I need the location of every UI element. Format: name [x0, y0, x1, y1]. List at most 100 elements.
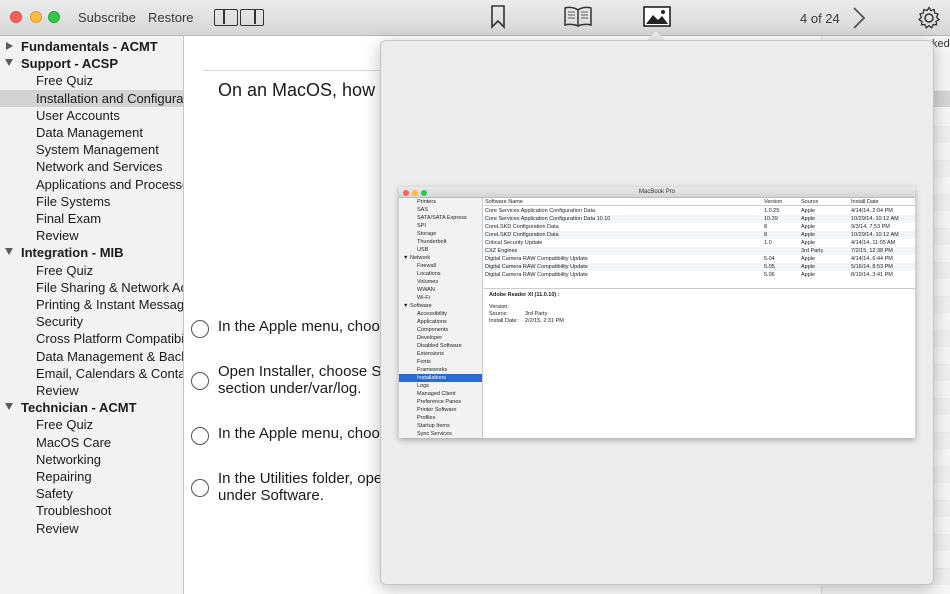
- sidebar-item[interactable]: User Accounts: [0, 107, 183, 124]
- sidebar-item[interactable]: Network and Services: [0, 158, 183, 175]
- bookmark-icon[interactable]: [490, 5, 506, 29]
- minimize-window-button[interactable]: [30, 11, 42, 23]
- question-image: MacBook Pro Printers SAS SATA/SATA Express…: [399, 187, 915, 438]
- table-cell: 3rd Party: [801, 248, 824, 254]
- sidebar-item[interactable]: Free Quiz: [0, 416, 183, 433]
- system-info-sidebar-item: Applications: [417, 319, 447, 325]
- table-cell: Apple: [801, 208, 816, 214]
- subscribe-button[interactable]: Subscribe: [78, 10, 136, 25]
- system-info-sidebar-item: Firewall: [417, 263, 436, 269]
- table-cell: 7/2/15, 12:38 PM: [851, 248, 893, 254]
- gear-icon[interactable]: [917, 6, 941, 30]
- sidebar-item[interactable]: MacOS Care: [0, 434, 183, 451]
- system-info-sidebar-item: Managed Client: [417, 391, 456, 397]
- image-icon[interactable]: [643, 6, 671, 28]
- sidebar-item[interactable]: Final Exam: [0, 210, 183, 227]
- system-info-sidebar-item: SATA/SATA Express: [417, 215, 467, 221]
- sidebar-item[interactable]: Security: [0, 313, 183, 330]
- radio-button[interactable]: [191, 320, 209, 338]
- installation-detail: Adobe Reader XI (11.0.10) : Version: Sou…: [484, 288, 915, 438]
- table-cell: 8: [764, 224, 768, 230]
- detail-date-label: Install Date:: [489, 318, 519, 324]
- sidebar-item[interactable]: Free Quiz: [0, 262, 183, 279]
- table-cell: 8: [764, 232, 768, 238]
- sidebar-item[interactable]: Cross Platform Compatibility: [0, 330, 183, 347]
- disclosure-open-icon[interactable]: [5, 248, 13, 256]
- table-row: Critical Security Update 1.0 Apple 4/14/14,…: [484, 239, 915, 247]
- system-info-sidebar-item: Frameworks: [417, 367, 448, 373]
- sidebar-item[interactable]: Free Quiz: [0, 72, 183, 89]
- sidebar-section[interactable]: Integration - MIB: [0, 244, 183, 261]
- sidebar-item[interactable]: File Systems: [0, 193, 183, 210]
- table-cell: Core Services Application Configuration …: [485, 216, 611, 222]
- sidebar-item[interactable]: Data Management & Backup: [0, 348, 183, 365]
- sidebar-item[interactable]: Data Management: [0, 124, 183, 141]
- column-header: Install Date: [851, 199, 879, 205]
- sidebar-item[interactable]: Safety: [0, 485, 183, 502]
- system-info-sidebar-item: Accessibility: [417, 311, 447, 317]
- system-info-sidebar-item: Thunderbolt: [417, 239, 447, 245]
- system-info-sidebar-item: Extensions: [417, 351, 444, 357]
- sidebar-item[interactable]: Troubleshoot: [0, 502, 183, 519]
- table-cell: CoreLSKD Configuration Data: [485, 224, 559, 230]
- table-cell: CoreLSKD Configuration Data: [485, 232, 559, 238]
- table-cell: Critical Security Update: [485, 240, 543, 246]
- question-text: On an MacOS, how c: [218, 80, 390, 100]
- sidebar-item[interactable]: Review: [0, 382, 183, 399]
- sidebar-item[interactable]: Email, Calendars & Contacts: [0, 365, 183, 382]
- sidebar-item[interactable]: File Sharing & Network Access: [0, 279, 183, 296]
- sidebar-section[interactable]: Technician - ACMT: [0, 399, 183, 416]
- close-dot: [403, 190, 409, 196]
- table-cell: 10.39: [764, 216, 778, 222]
- sidebar: Fundamentals - ACMT Support - ACSP Free Qu…: [0, 36, 184, 594]
- table-cell: CXZ Engines: [485, 248, 518, 254]
- sidebar-section[interactable]: Fundamentals - ACMT: [0, 38, 183, 55]
- system-info-sidebar-item: SPI: [417, 223, 426, 229]
- sidebar-item[interactable]: Applications and Processes: [0, 176, 183, 193]
- disclosure-open-icon[interactable]: [5, 403, 13, 411]
- system-info-sidebar-item: Locations: [417, 271, 441, 277]
- system-info-sidebar-item: USB: [417, 247, 429, 253]
- system-info-sidebar-item: Printer Software: [417, 407, 457, 413]
- radio-button[interactable]: [191, 372, 209, 390]
- radio-button[interactable]: [191, 427, 209, 445]
- table-cell: Apple: [801, 232, 816, 238]
- table-header: Software Name Version Source Install Date: [484, 198, 915, 206]
- table-cell: Apple: [801, 240, 816, 246]
- sidebar-item[interactable]: Review: [0, 227, 183, 244]
- table-row: Digital Camera RAW Compatibility Update 5…: [484, 263, 915, 271]
- radio-button[interactable]: [191, 479, 209, 497]
- divider: [203, 70, 398, 71]
- table-row: CoreLSKD Configuration Data 8 Apple 10/29/1…: [484, 231, 915, 239]
- system-info-sidebar-item: Installations: [399, 374, 482, 382]
- table-cell: 5.04: [764, 256, 775, 262]
- zoom-window-button[interactable]: [48, 11, 60, 23]
- sidebar-item[interactable]: Review: [0, 520, 183, 537]
- system-info-sidebar-item: WWAN: [417, 287, 435, 293]
- book-icon[interactable]: [563, 6, 593, 28]
- sidebar-item[interactable]: Repairing: [0, 468, 183, 485]
- zoom-dot: [421, 190, 427, 196]
- left-sidebar-toggle-icon[interactable]: [214, 9, 238, 26]
- disclosure-closed-icon[interactable]: [6, 42, 13, 50]
- table-cell: Apple: [801, 264, 816, 270]
- table-cell: 4/14/14, 2:04 PM: [851, 208, 893, 214]
- sidebar-item[interactable]: System Management: [0, 141, 183, 158]
- right-sidebar-toggle-icon[interactable]: [240, 9, 264, 26]
- detail-version-label: Version:: [489, 304, 509, 310]
- table-cell: Apple: [801, 224, 816, 230]
- sidebar-section-label: Technician - ACMT: [21, 400, 137, 416]
- disclosure-open-icon[interactable]: [5, 59, 13, 67]
- system-info-sidebar-item: ▼ Network: [403, 255, 431, 261]
- table-cell: 5.05: [764, 264, 775, 270]
- close-window-button[interactable]: [10, 11, 22, 23]
- next-page-chevron-icon[interactable]: [852, 6, 866, 30]
- table-cell: 10/29/14, 10:12 AM: [851, 216, 899, 222]
- sidebar-item[interactable]: Installation and Configuration: [0, 89, 183, 107]
- sidebar-item[interactable]: Printing & Instant Messaging: [0, 296, 183, 313]
- sidebar-item[interactable]: Networking: [0, 451, 183, 468]
- table-row: Core Services Application Configuration …: [484, 215, 915, 223]
- sidebar-section[interactable]: Support - ACSP: [0, 55, 183, 72]
- restore-button[interactable]: Restore: [148, 10, 194, 25]
- system-info-sidebar-item: Storage: [417, 231, 437, 237]
